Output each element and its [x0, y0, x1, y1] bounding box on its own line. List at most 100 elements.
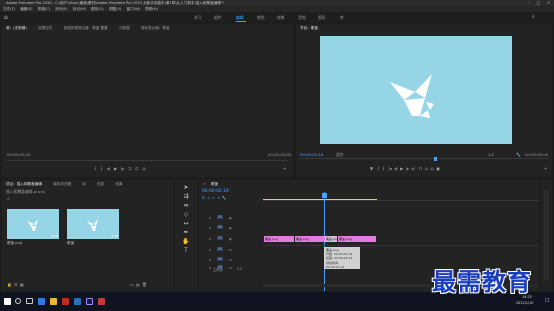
mark-in-icon[interactable]: {	[377, 166, 380, 171]
lock-icon[interactable]: 🔒	[7, 282, 12, 287]
list-view-icon[interactable]: ☰	[14, 282, 17, 287]
mute-icon[interactable]: M	[229, 266, 232, 270]
file-explorer-icon[interactable]	[50, 298, 57, 305]
edge-browser-icon[interactable]	[38, 298, 45, 305]
mute-icon[interactable]: M	[229, 258, 232, 262]
step-back-icon[interactable]: ◂|	[107, 166, 110, 171]
tab-project[interactable]: 项目：插入和覆盖编辑	[6, 182, 42, 186]
hand-tool-icon[interactable]: ✋	[182, 238, 190, 246]
playhead-handle[interactable]	[322, 193, 327, 198]
play-icon[interactable]: ▶	[114, 166, 117, 171]
tab-audio-track-mixer[interactable]: 音轨混合器：覆盖	[141, 26, 170, 30]
premiere-pro-icon[interactable]	[86, 298, 93, 305]
extract-icon[interactable]: ⊔	[425, 166, 428, 171]
timeline-clip[interactable]: 覆盖.png	[338, 236, 376, 242]
project-item-thumbnail[interactable]: 4:29	[7, 209, 59, 239]
windows-start-icon[interactable]	[4, 298, 11, 305]
tab-libraries[interactable]: 库	[82, 182, 86, 186]
new-bin-icon[interactable]: ▭	[130, 282, 134, 287]
program-add-button-icon[interactable]: +	[544, 166, 547, 171]
app-icon[interactable]	[98, 298, 105, 305]
new-item-icon[interactable]: ▤	[136, 282, 140, 287]
eye-icon[interactable]: ◉	[229, 216, 232, 220]
tab-media-browser[interactable]: 媒体浏览器	[53, 182, 71, 186]
timeline-clip-selected[interactable]: 覆盖.png	[325, 236, 337, 242]
track-label-v3[interactable]: V3	[217, 215, 224, 219]
wrench-icon[interactable]: 🔧	[222, 196, 226, 200]
wrench-icon[interactable]: 🔧	[516, 152, 521, 157]
workspace-graphics[interactable]: 图形	[318, 12, 326, 23]
workspace-libraries[interactable]: 库	[340, 12, 344, 23]
workspace-assembly[interactable]: 组件	[214, 12, 222, 23]
track-label-a2[interactable]: A2	[217, 257, 224, 261]
search-icon[interactable]	[15, 298, 21, 304]
track-select-tool-icon[interactable]: ⇶	[182, 193, 190, 201]
menu-window[interactable]: 窗口(W)	[127, 7, 141, 11]
menu-help[interactable]: 帮助(H)	[145, 7, 158, 11]
slip-tool-icon[interactable]: ↔	[182, 220, 190, 228]
track-label-a1[interactable]: A1	[217, 247, 224, 251]
track-target-v3[interactable]: 6	[209, 216, 211, 220]
source-scrub-bar[interactable]	[7, 160, 288, 161]
mute-icon[interactable]: M	[229, 248, 232, 252]
menu-file[interactable]: 文件(F)	[3, 7, 15, 11]
pen-tool-icon[interactable]: ✒	[182, 229, 190, 237]
go-to-out-icon[interactable]: ▸|	[412, 166, 415, 171]
type-tool-icon[interactable]: T	[182, 247, 190, 255]
trash-icon[interactable]: 🗑	[142, 282, 147, 287]
search-icon[interactable]: ⌕	[7, 196, 10, 202]
go-to-in-icon[interactable]: |◂	[388, 166, 391, 171]
program-scrub-bar[interactable]	[300, 158, 548, 159]
menu-graphics[interactable]: 图形(G)	[91, 7, 104, 11]
export-frame-icon[interactable]: ◎	[430, 166, 434, 171]
eye-icon[interactable]: ◉	[229, 226, 232, 230]
eye-icon[interactable]: ◉	[229, 237, 232, 241]
mark-in-icon[interactable]: {	[94, 166, 97, 171]
menu-marker[interactable]: 标记(M)	[73, 7, 86, 11]
track-label-v2[interactable]: V2	[217, 225, 224, 229]
step-forward-icon[interactable]: |▸	[406, 166, 409, 171]
track-target-a1[interactable]: 6	[209, 248, 211, 252]
menu-sequence[interactable]: 序列(S)	[55, 7, 67, 11]
track-target-a2[interactable]: 6	[209, 258, 211, 262]
track-label-v1[interactable]: V1	[217, 236, 224, 240]
razor-tool-icon[interactable]: ◇	[182, 211, 190, 219]
tab-effect-controls[interactable]: 效果控件	[38, 26, 52, 30]
add-marker-icon[interactable]: ▾	[218, 196, 220, 200]
work-area-bar[interactable]	[263, 199, 377, 200]
comparison-view-icon[interactable]: ▣	[436, 166, 440, 171]
notification-icon[interactable]: ☐	[545, 298, 549, 304]
track-target-v1[interactable]: 6	[209, 237, 211, 241]
menu-edit[interactable]: 编辑(E)	[20, 7, 32, 11]
ripple-edit-tool-icon[interactable]: ⇹	[182, 202, 190, 210]
program-playhead[interactable]	[434, 157, 437, 161]
office-icon[interactable]	[62, 298, 69, 305]
tab-audio-clip-mixer[interactable]: 音频剪辑混合器：覆盖 置置	[63, 26, 107, 30]
timeline-timecode[interactable]: 00:00:02:18	[202, 189, 229, 194]
nest-icon[interactable]: ⊞	[202, 196, 205, 200]
insert-icon[interactable]: ⊐	[128, 166, 131, 171]
menu-view[interactable]: 视图(V)	[109, 7, 121, 11]
linked-selection-icon[interactable]: ⊂	[212, 196, 215, 200]
workspace-learn[interactable]: 学习	[194, 12, 202, 23]
step-back-icon[interactable]: ◂|	[394, 166, 397, 171]
track-target-a3[interactable]: 6	[209, 266, 211, 270]
export-frame-icon[interactable]: ◎	[142, 166, 146, 171]
project-item-label[interactable]: 覆盖.png	[7, 241, 22, 246]
tab-program[interactable]: 节目：覆盖	[300, 26, 318, 30]
mark-out-icon[interactable]: }	[100, 166, 103, 171]
overwrite-icon[interactable]: ⊏	[135, 166, 138, 171]
play-icon[interactable]: ▶	[400, 166, 403, 171]
workspace-color[interactable]: 颜色	[257, 12, 265, 23]
tab-metadata[interactable]: 元数据	[119, 26, 130, 30]
icon-view-icon[interactable]: ▦	[20, 282, 24, 287]
tab-effects[interactable]: 效果	[115, 182, 122, 186]
timeline-clip[interactable]: 覆盖.png	[295, 236, 325, 242]
source-add-button-icon[interactable]: +	[283, 166, 286, 171]
snap-icon[interactable]: ∩	[207, 196, 210, 200]
marker-icon[interactable]: ▼	[370, 166, 373, 171]
tab-sequence[interactable]: 覆盖	[211, 182, 218, 186]
search-icon[interactable]: ⌕	[532, 12, 535, 23]
workspace-audio[interactable]: 音频	[298, 12, 306, 23]
lift-icon[interactable]: ⊓	[419, 166, 422, 171]
